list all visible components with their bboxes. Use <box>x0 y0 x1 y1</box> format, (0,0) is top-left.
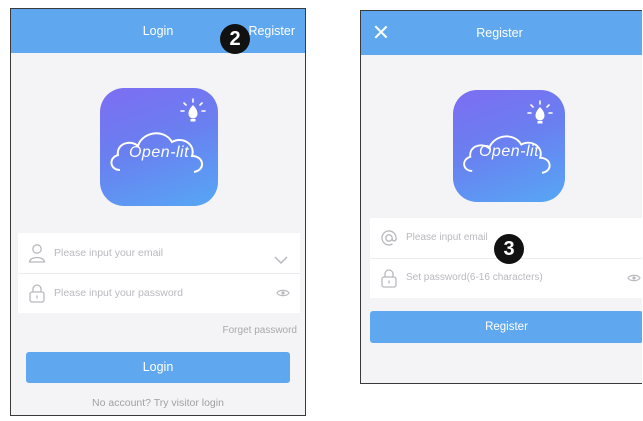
app-logo: Open-lit <box>100 88 218 206</box>
logo-text: Open-lit <box>478 143 540 160</box>
step-badge-2: 2 <box>220 24 250 54</box>
lock-icon <box>381 269 397 288</box>
email-field[interactable]: Please input your email <box>18 233 300 273</box>
register-header: Register <box>361 11 642 55</box>
bulb-icon <box>527 100 553 124</box>
chevron-down-icon[interactable] <box>274 255 288 265</box>
login-button[interactable]: Login <box>26 352 290 383</box>
forget-password-link[interactable]: Forget password <box>223 325 297 336</box>
bulb-icon <box>180 98 206 122</box>
lock-icon <box>29 284 45 303</box>
login-form: Please input your email Please input you… <box>18 233 300 313</box>
eye-icon[interactable] <box>276 288 290 298</box>
register-screen: Register Open-lit Please input email Set… <box>360 10 642 384</box>
step-badge-3: 3 <box>494 234 524 264</box>
password-field[interactable]: Set password(6-16 characters) <box>370 258 642 298</box>
email-placeholder: Please input your email <box>54 247 164 259</box>
password-placeholder: Set password(6-16 characters) <box>406 272 543 283</box>
register-link[interactable]: Register <box>248 9 295 53</box>
login-screen: Login Register Open-lit Please input you… <box>10 8 306 416</box>
at-sign-icon <box>381 230 397 246</box>
register-header-title: Register <box>476 26 523 40</box>
password-field[interactable]: Please input your password <box>18 273 300 313</box>
visitor-login-link[interactable]: No account? Try visitor login <box>11 397 305 409</box>
login-header: Login Register <box>11 9 305 53</box>
eye-icon[interactable] <box>627 273 641 283</box>
user-icon <box>28 244 46 263</box>
register-button[interactable]: Register <box>370 311 642 343</box>
app-logo: Open-lit <box>453 90 565 202</box>
password-placeholder: Please input your password <box>54 287 183 299</box>
email-placeholder: Please input email <box>406 232 488 243</box>
logo-text: Open-lit <box>128 144 190 161</box>
